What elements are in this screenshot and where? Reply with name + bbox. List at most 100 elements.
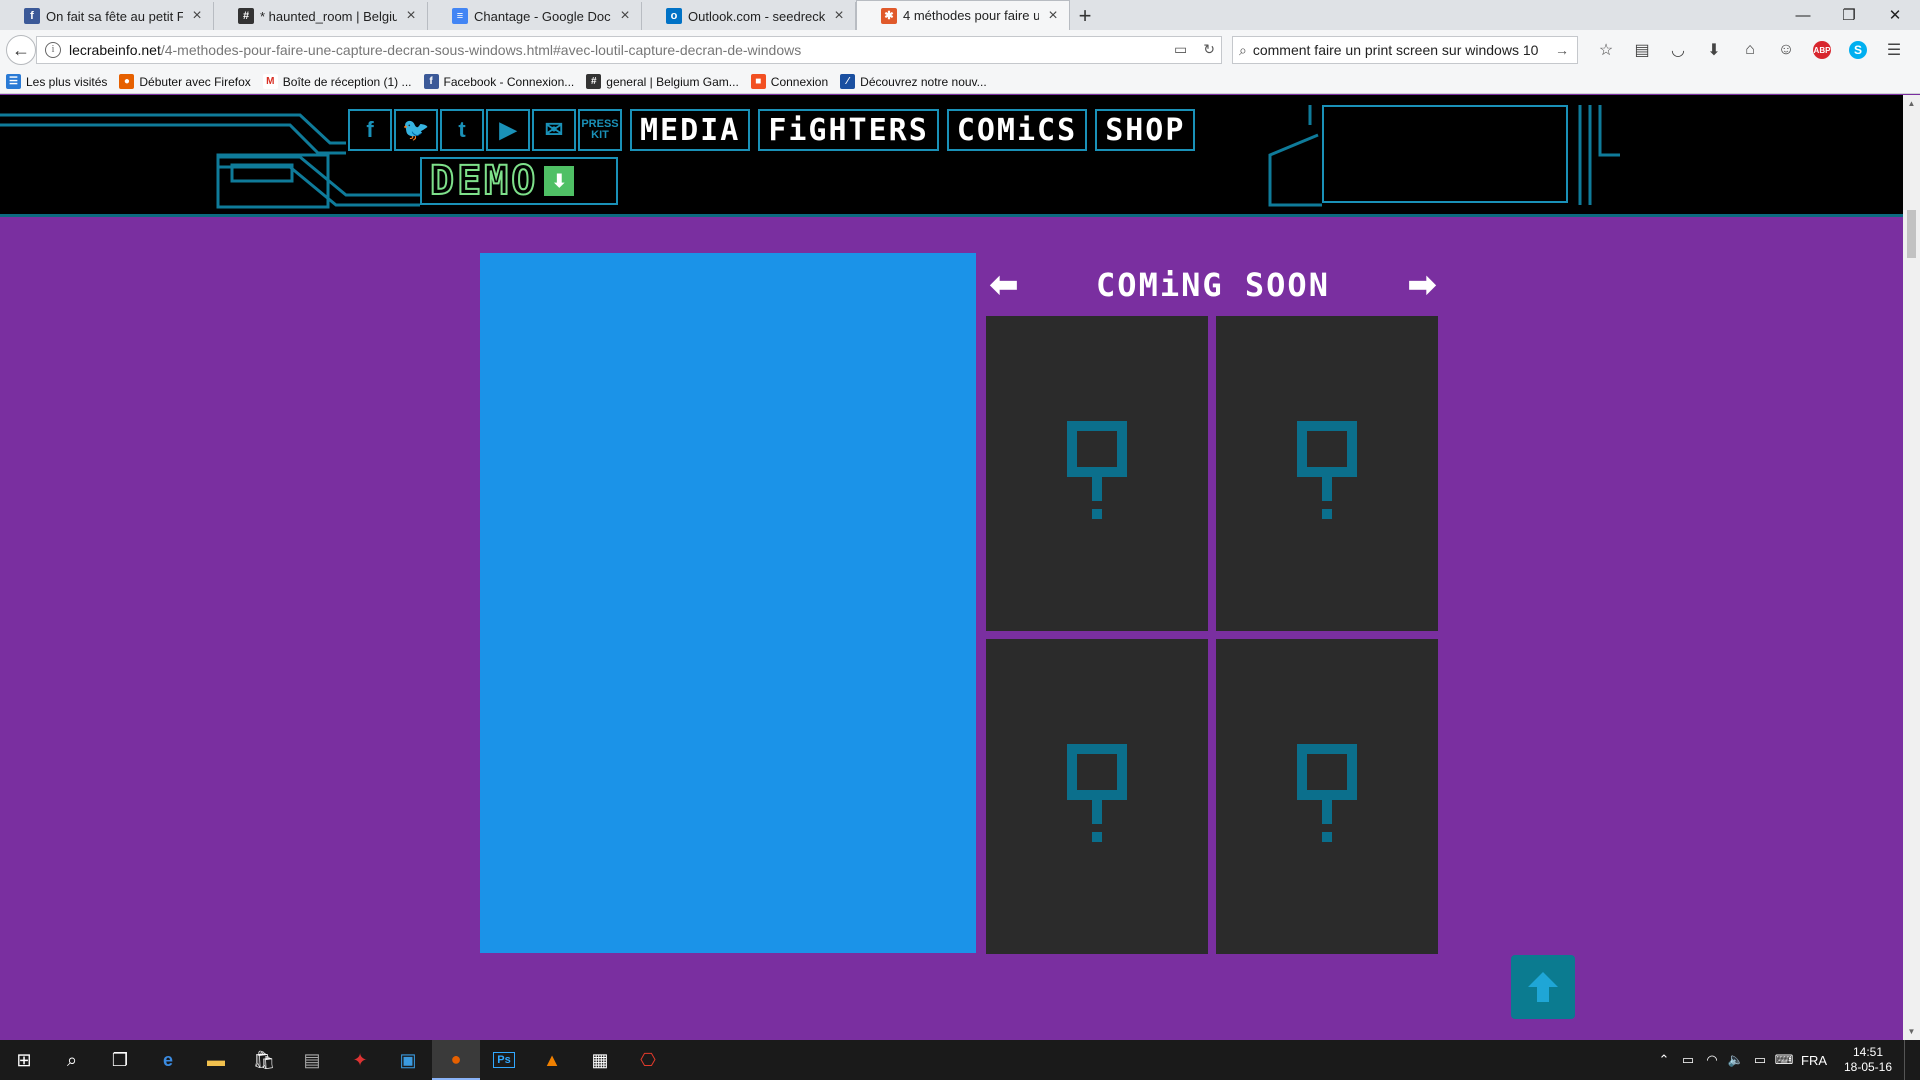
- new-tab-button[interactable]: +: [1070, 2, 1100, 30]
- file-explorer-icon[interactable]: ▬: [192, 1040, 240, 1080]
- scroll-down-arrow-icon[interactable]: ▼: [1903, 1023, 1920, 1040]
- scroll-up-arrow-icon[interactable]: ▲: [1903, 95, 1920, 112]
- search-icon[interactable]: ⌕: [48, 1040, 96, 1080]
- browser-tab[interactable]: ≡ Chantage - Google Docs ×: [428, 2, 642, 30]
- skype-icon[interactable]: S: [1840, 38, 1876, 62]
- scroll-to-top-button[interactable]: [1511, 955, 1575, 1019]
- browser-window: f On fait sa fête au petit Félix × # * haunt…: [0, 0, 1920, 1080]
- demo-label: DEMO: [429, 157, 539, 205]
- crab-icon: ✱: [881, 7, 897, 24]
- press-kit-button[interactable]: PRESS KIT: [578, 109, 622, 151]
- volume-icon[interactable]: 🔈: [1724, 1052, 1748, 1068]
- mystery-fighter-tile[interactable]: [1216, 316, 1438, 631]
- menu-item[interactable]: MEDIA: [630, 109, 751, 151]
- bookmark-item[interactable]: ⁄ Découvrez notre nouv...: [840, 74, 987, 89]
- google-docs-icon: ≡: [452, 8, 468, 24]
- close-window-button[interactable]: ✕: [1872, 0, 1918, 30]
- back-button[interactable]: ←: [6, 35, 36, 65]
- clock[interactable]: 14:51 18-05-16: [1832, 1045, 1904, 1075]
- download-icon[interactable]: ⬇: [1696, 38, 1732, 62]
- taskbar-game-icon[interactable]: ✦: [336, 1040, 384, 1080]
- bookmark-label: Facebook - Connexion...: [443, 74, 575, 89]
- taskbar-app-icon[interactable]: ▤: [288, 1040, 336, 1080]
- search-input[interactable]: ⌕ comment faire un print screen sur wind…: [1232, 36, 1578, 64]
- most-visited-icon: ☰: [6, 74, 21, 89]
- mystery-fighter-tile[interactable]: [1216, 639, 1438, 954]
- pocket-icon[interactable]: ◡: [1660, 38, 1696, 62]
- action-center-icon[interactable]: ▭: [1748, 1052, 1772, 1068]
- bookmark-item[interactable]: ☰ Les plus visités: [6, 74, 107, 89]
- gmail-icon: M: [262, 74, 278, 89]
- back-arrow-icon: ←: [12, 39, 30, 60]
- demo-download-button[interactable]: DEMO ⬇: [420, 157, 618, 205]
- calculator-icon[interactable]: ▦: [576, 1040, 624, 1080]
- close-tab-icon[interactable]: ×: [189, 8, 205, 24]
- language-indicator[interactable]: FRA: [1796, 1053, 1832, 1068]
- tumblr-button[interactable]: t: [440, 109, 484, 151]
- taskbar-app-blue-icon[interactable]: ▣: [384, 1040, 432, 1080]
- search-go-icon[interactable]: →: [1555, 42, 1569, 58]
- social-links: f 🐦 t ▶ ✉ PRESS KIT: [348, 109, 624, 151]
- task-view-icon[interactable]: ❐: [96, 1040, 144, 1080]
- reload-icon[interactable]: ↻: [1203, 41, 1215, 58]
- close-tab-icon[interactable]: ×: [1045, 7, 1061, 24]
- mystery-fighter-tile[interactable]: [986, 316, 1208, 631]
- show-desktop-button[interactable]: [1904, 1040, 1920, 1080]
- edge-icon[interactable]: e: [144, 1040, 192, 1080]
- bookmark-item[interactable]: # general | Belgium Gam...: [586, 74, 739, 89]
- tab-title: Chantage - Google Docs: [474, 8, 611, 24]
- menu-item[interactable]: FiGHTERS: [758, 109, 939, 151]
- adblock-icon[interactable]: ABP: [1804, 38, 1840, 62]
- browser-tab[interactable]: o Outlook.com - seedreck@... ×: [642, 2, 856, 30]
- minimize-button[interactable]: —: [1780, 0, 1826, 30]
- email-button[interactable]: ✉: [532, 109, 576, 151]
- site-header: f 🐦 t ▶ ✉ PRESS KIT MEDIA FiGHTERS COMiCS SHOP D…: [0, 95, 1903, 217]
- bookmark-blue-icon: ⁄: [840, 74, 856, 89]
- photoshop-icon[interactable]: Ps: [480, 1040, 528, 1080]
- mystery-fighter-tile[interactable]: [986, 639, 1208, 954]
- wifi-icon[interactable]: ◠: [1700, 1052, 1724, 1068]
- bookmark-star-icon[interactable]: ☆: [1588, 38, 1624, 62]
- store-icon[interactable]: 🛍: [240, 1040, 288, 1080]
- close-tab-icon[interactable]: ×: [403, 8, 419, 24]
- bookmark-item[interactable]: ■ Connexion: [750, 74, 828, 89]
- browser-tab[interactable]: f On fait sa fête au petit Félix ×: [0, 2, 214, 30]
- firefox-icon[interactable]: ●: [432, 1040, 480, 1080]
- keyboard-icon[interactable]: ⌨: [1772, 1052, 1796, 1068]
- menu-item[interactable]: COMiCS: [946, 109, 1088, 151]
- home-icon[interactable]: ⌂: [1732, 38, 1768, 62]
- reader-view-icon[interactable]: ▭: [1174, 41, 1187, 58]
- header-banner-frame: [1322, 105, 1568, 203]
- bookmark-item[interactable]: ● Débuter avec Firefox: [119, 74, 251, 89]
- close-tab-icon[interactable]: ×: [617, 8, 633, 24]
- question-mark-icon: [1067, 420, 1127, 519]
- browser-tab[interactable]: # * haunted_room | Belgium... ×: [214, 2, 428, 30]
- vlc-icon[interactable]: ▲: [528, 1040, 576, 1080]
- scrollbar-thumb[interactable]: [1907, 210, 1916, 258]
- youtube-button[interactable]: ▶: [486, 109, 530, 151]
- twitter-button[interactable]: 🐦: [394, 109, 438, 151]
- browser-tab[interactable]: ✱ 4 méthodes pour faire une... ×: [856, 0, 1070, 30]
- acrobat-icon[interactable]: ⎔: [624, 1040, 672, 1080]
- site-info-icon[interactable]: i: [45, 42, 61, 58]
- vertical-scrollbar[interactable]: ▲ ▼: [1903, 95, 1920, 1040]
- question-mark-icon: [1067, 743, 1127, 842]
- reading-list-icon[interactable]: ▤: [1624, 38, 1660, 62]
- prev-arrow-button[interactable]: ⬅: [986, 267, 1022, 303]
- bookmarks-bar: ☰ Les plus visités ● Débuter avec Firefox M B…: [0, 70, 1920, 94]
- next-arrow-button[interactable]: ➡: [1404, 267, 1440, 303]
- hamburger-menu-icon[interactable]: ☰: [1876, 38, 1912, 62]
- hello-icon[interactable]: ☺: [1768, 38, 1804, 62]
- bookmark-item[interactable]: M Boîte de réception (1) ...: [262, 74, 412, 89]
- close-tab-icon[interactable]: ×: [831, 8, 847, 24]
- facebook-button[interactable]: f: [348, 109, 392, 151]
- battery-icon[interactable]: ▭: [1676, 1052, 1700, 1068]
- url-bar[interactable]: i lecrabeinfo.net/4-methodes-pour-faire-…: [36, 36, 1222, 64]
- restore-button[interactable]: ❐: [1826, 0, 1872, 30]
- tray-chevron-up-icon[interactable]: ⌃: [1652, 1052, 1676, 1068]
- menu-item[interactable]: SHOP: [1095, 109, 1196, 151]
- navigation-bar: ← i lecrabeinfo.net/4-methodes-pour-fair…: [0, 30, 1920, 70]
- windows-start-icon[interactable]: ⊞: [0, 1040, 48, 1080]
- feature-panel[interactable]: [480, 253, 976, 953]
- bookmark-item[interactable]: f Facebook - Connexion...: [423, 74, 575, 89]
